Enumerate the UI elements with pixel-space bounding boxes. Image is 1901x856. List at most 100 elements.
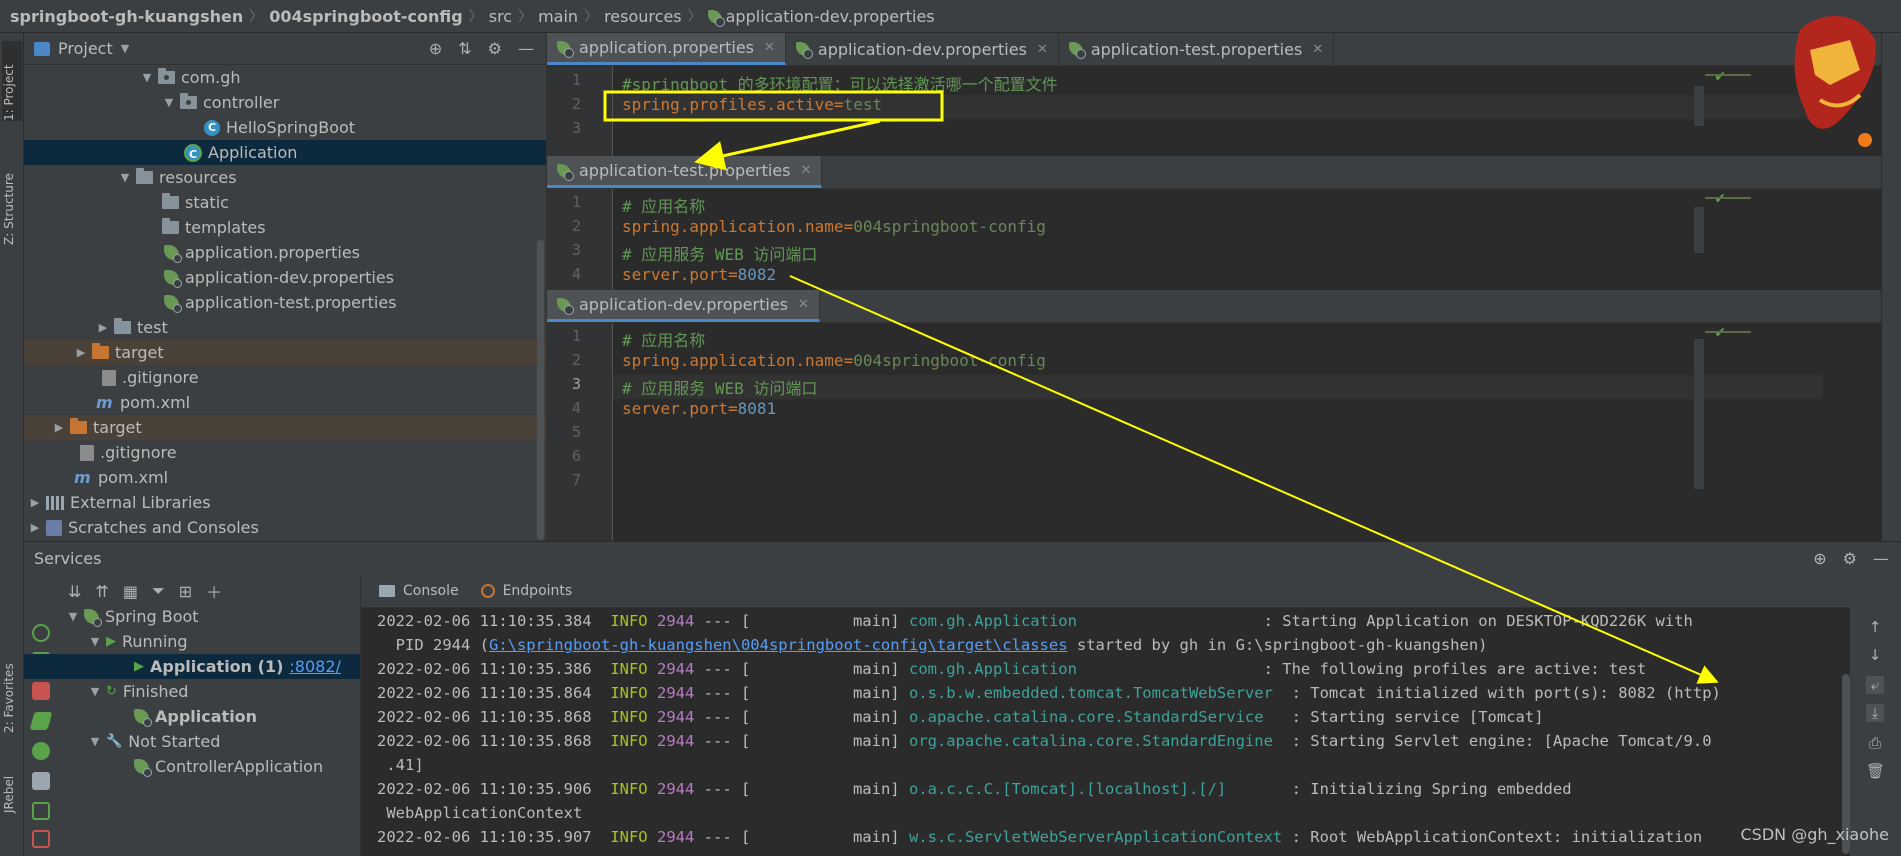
endpoints-icon bbox=[480, 583, 495, 598]
code-area[interactable]: 1 2 3 #springboot 的多环境配置：可以选择激活哪一个配置文件 s… bbox=[547, 66, 1901, 156]
tree-row[interactable]: Application bbox=[24, 704, 360, 729]
arrow-down-icon[interactable]: ↓ bbox=[1866, 646, 1884, 664]
tab-application-test-properties[interactable]: application-test.properties ✕ bbox=[547, 156, 823, 188]
crumb-resources[interactable]: resources bbox=[604, 7, 682, 26]
scrollbar[interactable] bbox=[1694, 86, 1704, 126]
scrollbar[interactable] bbox=[1694, 207, 1704, 253]
code-area[interactable]: 1 2 3 4 # 应用名称 spring.application.name=0… bbox=[547, 189, 1901, 290]
crumb-module[interactable]: 004springboot-config bbox=[269, 7, 463, 26]
tab-structure[interactable]: Z: Structure bbox=[2, 145, 22, 245]
tab-application-properties[interactable]: application.properties ✕ bbox=[547, 33, 786, 65]
classpath-link[interactable]: G:\springboot-gh-kuangshen\004springboot… bbox=[489, 636, 1068, 654]
tree-row[interactable]: ▼ controller bbox=[24, 90, 546, 115]
collapsed-arrow-icon[interactable]: ▶ bbox=[74, 346, 88, 359]
tree-row[interactable]: C HelloSpringBoot bbox=[24, 115, 546, 140]
tree-row-selected[interactable]: ▶ Application (1) :8082/ bbox=[24, 654, 360, 679]
tree-row[interactable]: ▼ ▶ Running bbox=[24, 629, 360, 654]
new-tab-icon[interactable]: ⊞ bbox=[179, 582, 192, 601]
expanded-arrow-icon[interactable]: ▼ bbox=[140, 71, 154, 84]
decorative-logo bbox=[1794, 16, 1876, 147]
tree-row[interactable]: ▼ resources bbox=[24, 165, 546, 190]
tab-application-test-properties[interactable]: application-test.properties ✕ bbox=[1059, 33, 1335, 65]
tree-row[interactable]: ▶ test bbox=[24, 315, 546, 340]
minimize-icon[interactable]: — bbox=[1873, 549, 1889, 568]
close-icon[interactable]: ✕ bbox=[1312, 42, 1323, 57]
services-tree: ▼ Spring Boot ▼ ▶ Running ▶ Application … bbox=[24, 607, 360, 856]
tree-row[interactable]: ▶ target bbox=[24, 415, 546, 440]
spring-boot-icon bbox=[84, 609, 102, 627]
close-icon[interactable]: ✕ bbox=[798, 297, 809, 312]
gear-icon[interactable]: ⚙ bbox=[1843, 549, 1857, 568]
crumb-main[interactable]: main bbox=[538, 7, 578, 26]
tab-application-dev-properties[interactable]: application-dev.properties ✕ bbox=[786, 33, 1059, 65]
tree-row[interactable]: ▼ 🔧 Not Started bbox=[24, 729, 360, 754]
collapse-all-icon[interactable]: ⇈ bbox=[95, 582, 108, 601]
checkmark-icon: ✔ bbox=[1714, 191, 1726, 207]
log-line: 2022-02-06 11:10:35.906 INFO 2944 --- [ … bbox=[377, 780, 1572, 798]
group-icon[interactable]: ▦ bbox=[123, 582, 138, 601]
tree-row[interactable]: ▼ com.gh bbox=[24, 65, 546, 90]
tree-row[interactable]: application.properties bbox=[24, 240, 546, 265]
close-icon[interactable]: ✕ bbox=[1037, 42, 1048, 57]
add-icon[interactable]: ＋ bbox=[206, 579, 222, 603]
collapse-icon[interactable]: ⇅ bbox=[458, 39, 471, 58]
console-output[interactable]: 2022-02-06 11:10:35.384 INFO 2944 --- [ … bbox=[361, 608, 1851, 856]
gear-icon[interactable]: ⚙ bbox=[488, 39, 502, 58]
close-icon[interactable]: ✕ bbox=[801, 163, 812, 178]
expanded-arrow-icon[interactable]: ▼ bbox=[88, 635, 102, 648]
chevron-down-icon[interactable]: ▼ bbox=[121, 42, 129, 55]
arrow-up-icon[interactable]: ↑ bbox=[1866, 618, 1884, 636]
minimize-icon[interactable]: — bbox=[518, 39, 534, 58]
close-icon[interactable]: ✕ bbox=[764, 40, 775, 55]
filter-icon[interactable]: ⏷ bbox=[152, 581, 165, 601]
file-icon bbox=[102, 369, 116, 386]
trash-icon[interactable]: 🗑 bbox=[1866, 762, 1885, 780]
expand-all-icon[interactable]: ⇊ bbox=[68, 582, 81, 601]
expanded-arrow-icon[interactable]: ▼ bbox=[88, 735, 102, 748]
collapsed-arrow-icon[interactable]: ▶ bbox=[28, 496, 42, 509]
tab-application-dev-properties[interactable]: application-dev.properties ✕ bbox=[547, 290, 820, 322]
tab-project[interactable]: 1: Project bbox=[2, 41, 22, 121]
target-icon[interactable]: ⊕ bbox=[1813, 549, 1826, 568]
expanded-arrow-icon[interactable]: ▼ bbox=[88, 685, 102, 698]
tab-endpoints[interactable]: Endpoints bbox=[480, 583, 572, 599]
tab-jrebel[interactable]: JRebel bbox=[2, 753, 22, 813]
port-link[interactable]: :8082/ bbox=[289, 657, 341, 676]
tree-row[interactable]: ▼ ↻ Finished bbox=[24, 679, 360, 704]
expanded-arrow-icon[interactable]: ▼ bbox=[162, 96, 176, 109]
project-title[interactable]: Project bbox=[58, 39, 113, 58]
scrollbar[interactable] bbox=[537, 240, 544, 540]
tab-console[interactable]: Console bbox=[379, 583, 459, 599]
code-area[interactable]: 1 2 3 4 5 6 7 # 应用名称 spring.application.… bbox=[547, 323, 1901, 541]
tree-row[interactable]: static bbox=[24, 190, 546, 215]
crumb-src[interactable]: src bbox=[489, 7, 512, 26]
crumb-file-label: application-dev.properties bbox=[725, 6, 935, 26]
tree-row[interactable]: m pom.xml bbox=[24, 465, 546, 490]
expanded-arrow-icon[interactable]: ▼ bbox=[66, 610, 80, 623]
tab-favorites[interactable]: 2: Favorites bbox=[2, 643, 22, 733]
scroll-to-end-icon[interactable]: ⤓ bbox=[1866, 704, 1884, 722]
soft-wrap-icon[interactable]: ⤶ bbox=[1866, 676, 1884, 694]
tree-row[interactable]: templates bbox=[24, 215, 546, 240]
crumb-file[interactable]: application-dev.properties bbox=[707, 6, 935, 27]
expanded-arrow-icon[interactable]: ▼ bbox=[118, 171, 132, 184]
tree-row[interactable]: ▼ Spring Boot bbox=[24, 604, 360, 629]
tree-row[interactable]: m pom.xml bbox=[24, 390, 546, 415]
target-icon[interactable]: ⊕ bbox=[429, 39, 442, 58]
tree-row[interactable]: .gitignore bbox=[24, 440, 546, 465]
scratches-icon bbox=[46, 519, 62, 536]
print-icon[interactable]: ⎙ bbox=[1866, 734, 1884, 752]
tree-row[interactable]: ▶ target bbox=[24, 340, 546, 365]
tree-row[interactable]: ControllerApplication bbox=[24, 754, 360, 779]
tree-row[interactable]: application-test.properties bbox=[24, 290, 546, 315]
tree-row-selected[interactable]: C Application bbox=[24, 140, 546, 165]
tree-row[interactable]: application-dev.properties bbox=[24, 265, 546, 290]
tree-row[interactable]: .gitignore bbox=[24, 365, 546, 390]
scrollbar[interactable] bbox=[1694, 339, 1704, 489]
collapsed-arrow-icon[interactable]: ▶ bbox=[52, 421, 66, 434]
collapsed-arrow-icon[interactable]: ▶ bbox=[28, 521, 42, 534]
tree-row[interactable]: ▶ Scratches and Consoles bbox=[24, 515, 546, 540]
tree-row[interactable]: ▶ External Libraries bbox=[24, 490, 546, 515]
crumb-project[interactable]: springboot-gh-kuangshen bbox=[10, 7, 243, 26]
collapsed-arrow-icon[interactable]: ▶ bbox=[96, 321, 110, 334]
